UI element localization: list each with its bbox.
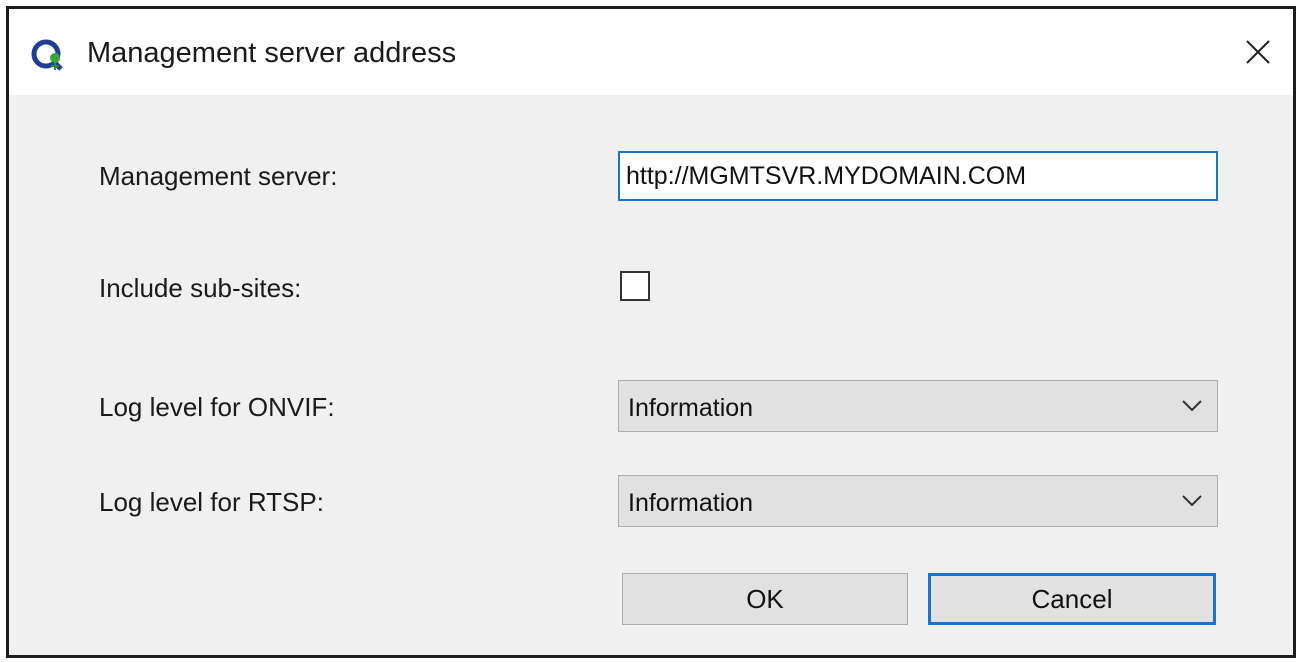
- include-subsites-label: Include sub-sites:: [99, 273, 302, 303]
- onvif-log-level-select[interactable]: Information: [618, 380, 1218, 432]
- rtsp-log-level-select[interactable]: Information: [618, 475, 1218, 527]
- chevron-down-icon: [1182, 400, 1202, 412]
- window-title: Management server address: [87, 37, 457, 69]
- cancel-button[interactable]: Cancel: [928, 573, 1216, 625]
- rtsp-log-level-value: Information: [628, 489, 754, 517]
- onvif-log-level-label: Log level for ONVIF:: [99, 392, 335, 422]
- chevron-down-icon: [1182, 495, 1202, 507]
- close-icon: [1246, 40, 1270, 64]
- close-button[interactable]: [1223, 9, 1293, 95]
- title-bar: Management server address: [9, 9, 1293, 95]
- dialog-window: Management server address Management ser…: [6, 6, 1296, 658]
- app-logo-icon: [31, 39, 63, 71]
- onvif-log-level-value: Information: [628, 394, 754, 422]
- ok-button[interactable]: OK: [622, 573, 908, 625]
- management-server-label: Management server:: [99, 161, 338, 191]
- include-subsites-checkbox[interactable]: [620, 271, 650, 301]
- management-server-input[interactable]: [618, 151, 1218, 201]
- rtsp-log-level-label: Log level for RTSP:: [99, 487, 324, 517]
